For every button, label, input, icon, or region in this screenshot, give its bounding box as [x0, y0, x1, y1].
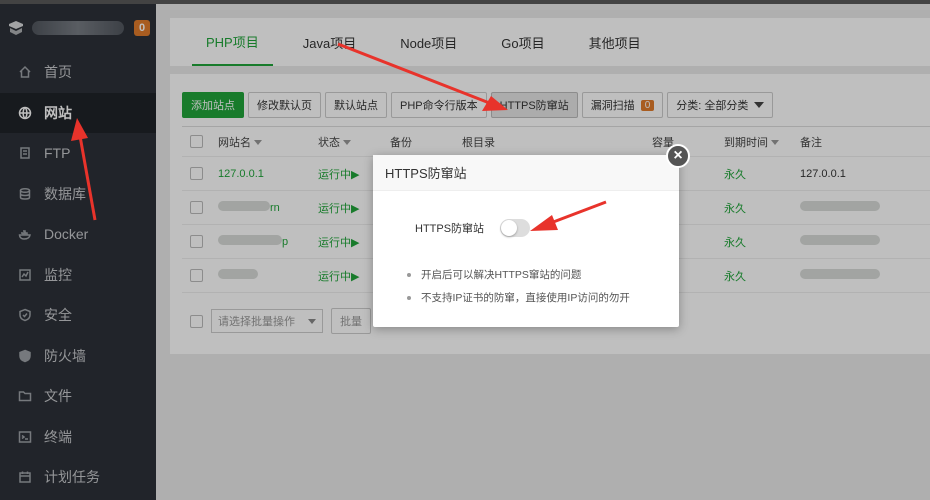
dialog-title: HTTPS防窜站: [373, 155, 679, 191]
close-icon[interactable]: ×: [666, 144, 690, 168]
switch-label: HTTPS防窜站: [415, 223, 485, 235]
https-guard-dialog: HTTPS防窜站 × HTTPS防窜站 开启后可以解决HTTPS窜站的问题 不支…: [373, 144, 690, 327]
https-guard-setting: HTTPS防窜站: [415, 219, 531, 237]
https-guard-toggle[interactable]: [500, 219, 531, 237]
help-note: 开启后可以解决HTTPS窜站的问题: [407, 267, 630, 282]
help-notes: 开启后可以解决HTTPS窜站的问题 不支持IP证书的防窜，直接使用IP访问的勿开: [407, 267, 630, 313]
help-note: 不支持IP证书的防窜，直接使用IP访问的勿开: [407, 290, 630, 305]
